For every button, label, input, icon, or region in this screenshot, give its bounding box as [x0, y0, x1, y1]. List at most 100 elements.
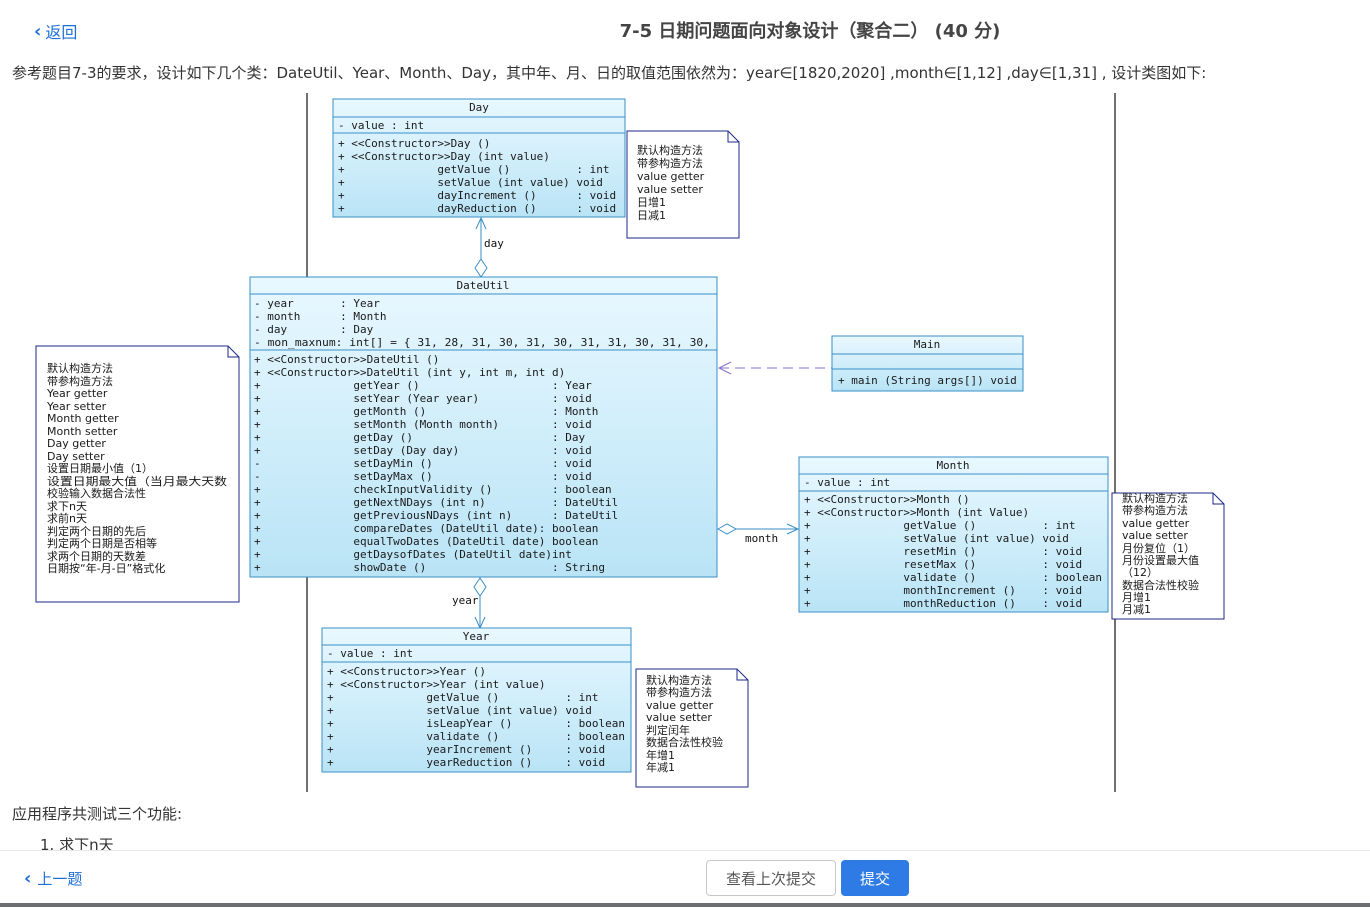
association-year: year: [452, 577, 487, 630]
class-dateutil-op: + setMonth (Month month) : void: [254, 418, 592, 431]
class-dateutil-op: + setYear (Year year) : void: [254, 392, 592, 405]
class-dateutil-op: - setDayMax () : void: [254, 470, 592, 483]
note-day-line: 日减1: [637, 209, 666, 222]
note-year-line: 带参构造方法: [646, 685, 712, 699]
bottom-bar: ‹ 上一题 查看上次提交 提交: [0, 850, 1370, 908]
class-dateutil-op: + getNextNDays (int n) : DateUtil: [254, 496, 618, 509]
note-day-line: 日增1: [637, 195, 666, 209]
note-day-line: 默认构造方法: [637, 143, 703, 157]
view-last-submission-button[interactable]: 查看上次提交: [706, 860, 836, 896]
class-year: Year - value : int + <<Constructor>>Year…: [321, 627, 632, 773]
class-year-op: + yearReduction () : void: [327, 756, 605, 769]
class-month: Month - value : int + <<Constructor>>Mon…: [798, 456, 1109, 613]
class-dateutil-op: + getDay () : Day: [254, 431, 586, 444]
class-month-op: + resetMin () : void: [804, 545, 1082, 558]
note-month-line: 月增1: [1122, 590, 1151, 604]
note-month-line: 月份设置最大值: [1122, 553, 1199, 567]
note-dateutil-line: 设置日期最大值（当月最大天数: [47, 474, 227, 488]
note-dateutil: 默认构造方法 带参构造方法 Year getter Year setter Mo…: [35, 345, 240, 603]
note-year: 默认构造方法 带参构造方法 value getter value setter …: [635, 668, 749, 788]
class-dateutil-op: + setDay (Day day) : void: [254, 444, 592, 457]
note-year-line: 默认构造方法: [646, 673, 712, 687]
note-day-line: value setter: [637, 183, 703, 196]
class-year-attr: - value : int: [327, 647, 413, 660]
class-dateutil-op: + <<Constructor>>DateUtil (int y, int m,…: [254, 366, 565, 379]
class-year-op: + yearIncrement () : void: [327, 743, 605, 756]
class-dateutil-attr: - mon_maxnum: int[] = { 31, 28, 31, 30, …: [254, 336, 710, 349]
note-dateutil-line: 带参构造方法: [47, 374, 113, 388]
class-day-op: + <<Constructor>>Day (): [338, 137, 490, 150]
note-month-line: 数据合法性校验: [1122, 578, 1199, 592]
class-month-attr: - value : int: [804, 476, 890, 489]
note-dateutil-line: 求前n天: [47, 511, 87, 525]
class-month-op: + <<Constructor>>Month (): [804, 493, 970, 506]
class-day-attr: - value : int: [338, 119, 424, 132]
class-dateutil-attr: - year : Year: [254, 297, 380, 310]
class-year-op: + <<Constructor>>Year (int value): [327, 678, 546, 691]
note-year-line: 数据合法性校验: [646, 735, 723, 749]
note-year-line: 年减1: [646, 760, 675, 774]
note-day-line: 带参构造方法: [637, 156, 703, 170]
class-day-name: Day: [469, 101, 489, 114]
class-dateutil-op: + compareDates (DateUtil date): boolean: [254, 522, 598, 535]
prev-question-link[interactable]: ‹ 上一题: [24, 868, 82, 889]
bottom-edge: [0, 903, 1370, 907]
note-month-line: 默认构造方法: [1122, 491, 1188, 505]
class-day-op: + dayReduction () : void: [338, 202, 616, 215]
class-dateutil-op: + getPreviousNDays (int n) : DateUtil: [254, 509, 618, 522]
note-dateutil-line: 校验输入数据合法性: [47, 486, 146, 500]
note-day-line: value getter: [637, 170, 705, 183]
note-month-line: （12）: [1122, 566, 1158, 579]
note-dateutil-line: Month getter: [47, 412, 119, 425]
note-month-line: 带参构造方法: [1122, 503, 1188, 517]
note-year-line: value setter: [646, 711, 712, 724]
note-month-line: value setter: [1122, 529, 1188, 542]
class-dateutil: DateUtil - year : Year - month : Month -…: [249, 276, 718, 578]
class-day-op: + setValue (int value) void: [338, 176, 603, 189]
class-dateutil-name: DateUtil: [457, 279, 510, 292]
class-year-name: Year: [463, 630, 490, 643]
association-month: month: [716, 523, 800, 545]
note-month-line: 月减1: [1122, 603, 1151, 616]
note-dateutil-line: 默认构造方法: [47, 361, 113, 375]
class-main: Main + main (String args[]) void: [831, 335, 1024, 392]
note-dateutil-line: 求两个日期的天数差: [47, 549, 146, 563]
submit-button[interactable]: 提交: [841, 860, 909, 896]
class-year-op: + validate () : boolean: [327, 730, 625, 743]
note-month-line: 月份复位（1）: [1122, 541, 1195, 555]
note-dateutil-line: 判定两个日期是否相等: [47, 536, 157, 550]
class-dateutil-op: + checkInputValidity () : boolean: [254, 483, 612, 496]
class-dateutil-op: + getMonth () : Month: [254, 405, 598, 418]
class-year-op: + setValue (int value) void: [327, 704, 592, 717]
class-dateutil-op: + equalTwoDates (DateUtil date) boolean: [254, 535, 598, 548]
assoc-label-year: year: [452, 594, 479, 607]
prev-label: 上一题: [37, 870, 83, 888]
class-dateutil-op: + getDaysofDates (DateUtil date)int: [254, 548, 572, 561]
class-dateutil-op: + getYear () : Year: [254, 379, 592, 392]
class-main-op: + main (String args[]) void: [838, 374, 1017, 387]
class-year-op: + getValue () : int: [327, 691, 599, 704]
problem-description: 参考题目7-3的要求，设计如下几个类：DateUtil、Year、Month、D…: [12, 64, 1207, 82]
class-dateutil-op: - setDayMin () : void: [254, 457, 592, 470]
note-dateutil-line: Year getter: [46, 387, 108, 400]
class-dateutil-op: + <<Constructor>>DateUtil (): [254, 353, 439, 366]
class-dateutil-op: + showDate () : String: [254, 561, 605, 574]
note-year-line: 年增1: [646, 748, 675, 762]
class-year-op: + <<Constructor>>Year (): [327, 665, 486, 678]
assoc-label-month: month: [745, 532, 778, 545]
class-month-op: + validate () : boolean: [804, 571, 1102, 584]
class-month-op: + setValue (int value) void: [804, 532, 1069, 545]
class-month-op: + monthIncrement () : void: [804, 584, 1082, 597]
class-month-op: + <<Constructor>>Month (int Value): [804, 506, 1029, 519]
note-dateutil-line: Day getter: [47, 437, 106, 450]
note-dateutil-line: 判定两个日期的先后: [47, 524, 146, 538]
note-year-line: 判定闰年: [646, 723, 690, 737]
class-diagram: day year month Day - value : int + <<Con…: [35, 93, 1225, 792]
problem-title: 7-5 日期问题面向对象设计（聚合二） (40 分): [619, 21, 1001, 42]
assoc-label-day: day: [484, 237, 504, 250]
class-day-op: + dayIncrement () : void: [338, 189, 616, 202]
class-month-op: + monthReduction () : void: [804, 597, 1082, 610]
class-dateutil-attr: - month : Month: [254, 310, 386, 323]
association-day: day: [474, 216, 504, 278]
class-day-op: + <<Constructor>>Day (int value): [338, 150, 550, 163]
